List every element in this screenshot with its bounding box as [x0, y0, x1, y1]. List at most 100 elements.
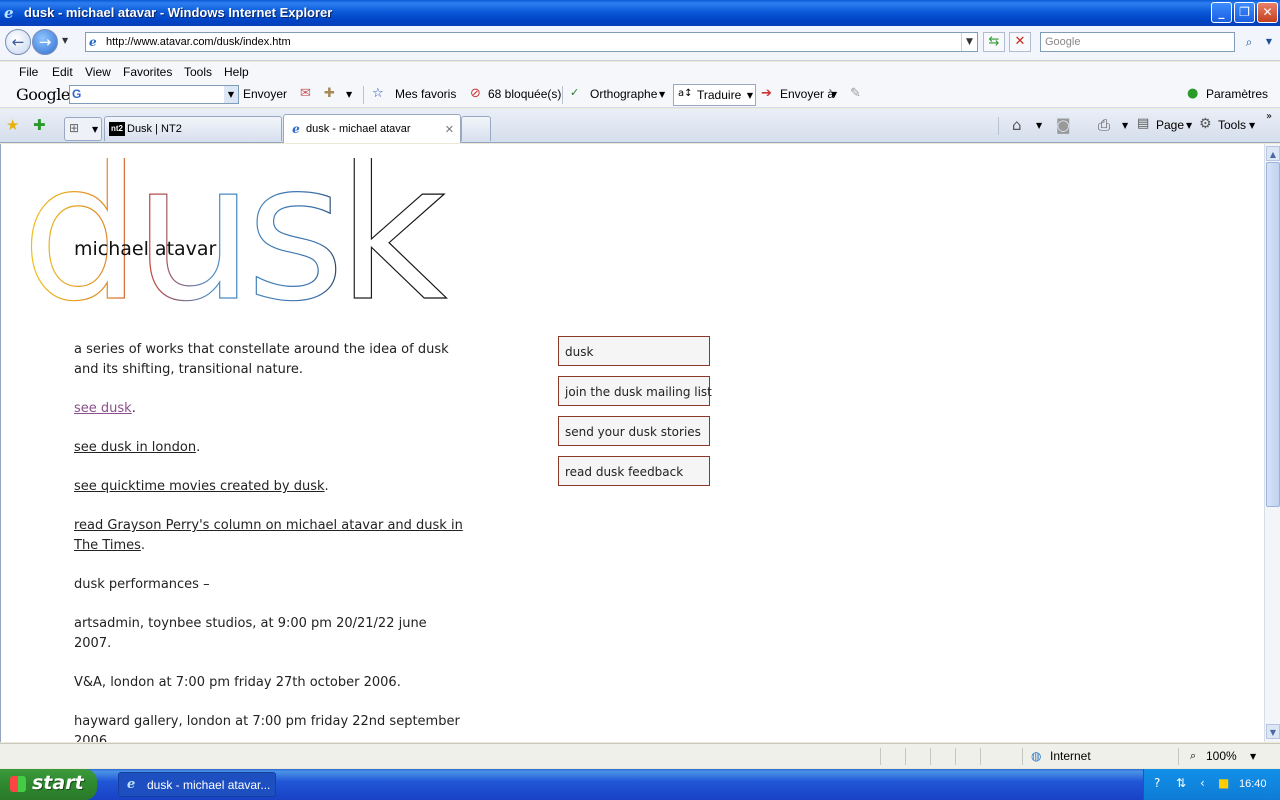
see-dusk-london-paragraph: see dusk in london.	[74, 440, 201, 455]
google-search-input[interactable]: G ▼	[69, 85, 239, 104]
back-arrow-icon: ←	[11, 33, 25, 51]
spellcheck-button[interactable]: Orthographe	[590, 87, 657, 101]
intro-text: a series of works that constellate aroun…	[74, 342, 449, 377]
network-icon[interactable]: ⇅	[1176, 776, 1186, 790]
quick-tabs-icon: ⊞	[69, 121, 80, 135]
language-icon[interactable]: ■	[1218, 776, 1229, 790]
tab-close-icon[interactable]: ✕	[445, 123, 454, 136]
my-favorites-button[interactable]: Mes favoris	[395, 87, 456, 101]
search-input[interactable]: Google	[1040, 32, 1235, 52]
favorites-center-icon[interactable]: ★	[6, 116, 19, 134]
menu-favorites[interactable]: Favorites	[123, 65, 172, 79]
search-options-dropdown-icon[interactable]: ▼	[1258, 32, 1280, 52]
menu-help[interactable]: Help	[224, 65, 249, 79]
taskbar: start e dusk - michael atavar... ? ⇅ ‹ ■…	[0, 769, 1280, 800]
scroll-thumb[interactable]	[1266, 162, 1280, 507]
quick-tabs-button[interactable]: ⊞ ▼	[64, 117, 102, 141]
home-icon[interactable]: ⌂	[1012, 116, 1022, 134]
toolbar-separator	[998, 117, 999, 135]
tab-dusk-michael-atavar[interactable]: e dusk - michael atavar ✕	[283, 114, 461, 143]
refresh-button[interactable]: ⇆	[983, 32, 1005, 52]
send-to-dropdown-icon[interactable]: ▼	[831, 90, 837, 99]
address-bar[interactable]: e http://www.atavar.com/dusk/index.htm ▼	[85, 32, 978, 52]
see-dusk-paragraph: see dusk.	[74, 401, 136, 416]
dusk-button[interactable]: dusk	[558, 336, 710, 366]
address-url[interactable]: http://www.atavar.com/dusk/index.htm	[106, 36, 291, 48]
chevron-right-icon[interactable]: »	[1266, 111, 1272, 122]
see-dusk-link[interactable]: see dusk	[74, 401, 132, 416]
address-dropdown-icon[interactable]: ▼	[961, 33, 977, 51]
vertical-scrollbar[interactable]: ▲ ▼	[1264, 144, 1280, 742]
page-icon: e	[89, 35, 97, 49]
feeds-icon[interactable]: ◙	[1056, 116, 1071, 134]
minimize-button[interactable]: _	[1211, 2, 1232, 23]
toolbar-separator	[562, 86, 563, 104]
zoom-level[interactable]: 100%	[1206, 749, 1237, 763]
performance-item: artsadmin, toynbee studios, at 9:00 pm 2…	[74, 616, 427, 651]
menu-file[interactable]: File	[19, 65, 38, 79]
tab-list-dropdown-icon[interactable]: ▼	[92, 125, 98, 134]
new-tab-button[interactable]	[461, 116, 491, 141]
read-feedback-button[interactable]: read dusk feedback	[558, 456, 710, 486]
page-menu-button[interactable]: Page	[1156, 118, 1184, 132]
system-tray: ? ⇅ ‹ ■ 16:40	[1143, 769, 1280, 800]
tools-menu-dropdown-icon[interactable]: ▼	[1249, 121, 1255, 130]
search-button[interactable]: ⌕	[1238, 32, 1260, 52]
title-bar[interactable]: e dusk - michael atavar - Windows Intern…	[0, 0, 1280, 26]
add-favorites-icon[interactable]: ✚	[33, 116, 46, 134]
popup-blocker-icon: ⊘	[470, 86, 481, 101]
settings-status-icon: ●	[1187, 86, 1199, 101]
taskbar-item-label: dusk - michael atavar...	[147, 778, 271, 792]
forward-button[interactable]: →	[32, 29, 58, 55]
print-dropdown-icon[interactable]: ▼	[1122, 121, 1128, 130]
translate-label: Traduire	[697, 88, 742, 102]
grayson-perry-link[interactable]: read Grayson Perry's column on michael a…	[74, 518, 463, 553]
stop-button[interactable]: ✕	[1009, 32, 1031, 52]
quicktime-movies-link[interactable]: see quicktime movies created by dusk	[74, 479, 325, 494]
history-dropdown-icon[interactable]: ▼	[62, 36, 68, 45]
start-label: start	[32, 772, 84, 794]
grayson-perry-paragraph: read Grayson Perry's column on michael a…	[74, 518, 463, 553]
google-send-button[interactable]: Envoyer	[243, 87, 287, 101]
translate-dropdown-icon[interactable]: ▼	[747, 91, 753, 100]
maximize-button[interactable]: ❐	[1234, 2, 1255, 23]
dusk-logo: dusk	[21, 158, 451, 308]
send-stories-button[interactable]: send your dusk stories	[558, 416, 710, 446]
print-icon[interactable]: ⎙	[1098, 116, 1110, 134]
menu-view[interactable]: View	[85, 65, 111, 79]
page-menu-dropdown-icon[interactable]: ▼	[1186, 121, 1192, 130]
zoom-dropdown-icon[interactable]: ▼	[1250, 752, 1256, 761]
mailing-list-button[interactable]: join the dusk mailing list	[558, 376, 712, 406]
menu-edit[interactable]: Edit	[52, 65, 73, 79]
tab-bar: ★ ✚ ⊞ ▼ nt2 Dusk | NT2 e dusk - michael …	[0, 109, 1280, 143]
tab-label: Dusk | NT2	[127, 123, 182, 135]
tab-dusk-nt2[interactable]: nt2 Dusk | NT2	[104, 116, 282, 141]
google-search-dropdown-icon[interactable]: ▼	[224, 86, 238, 103]
see-dusk-london-link[interactable]: see dusk in london	[74, 440, 196, 455]
spellcheck-dropdown-icon[interactable]: ▼	[659, 90, 665, 99]
status-separator	[930, 748, 931, 765]
scroll-down-icon[interactable]: ▼	[1266, 724, 1280, 739]
popup-blocked-button[interactable]: 68 bloquée(s)	[488, 87, 561, 101]
menu-tools[interactable]: Tools	[184, 65, 212, 79]
dusk-logo-word: dusk	[21, 158, 447, 308]
start-button[interactable]: start	[0, 769, 97, 800]
taskbar-item-ie[interactable]: e dusk - michael atavar...	[118, 772, 276, 797]
chevron-left-icon[interactable]: ‹	[1200, 776, 1205, 790]
settings-button[interactable]: Paramètres	[1206, 87, 1268, 101]
home-dropdown-icon[interactable]: ▼	[1036, 121, 1042, 130]
bookmark-icon[interactable]: ✉	[300, 86, 311, 101]
back-button[interactable]: ←	[5, 29, 31, 55]
page-content: dusk michael atavar a series of works th…	[0, 144, 1265, 742]
send-to-button[interactable]: Envoyer à	[780, 87, 834, 101]
puzzle-icon[interactable]: ✚	[324, 86, 335, 101]
highlighter-icon[interactable]: ✎	[850, 86, 861, 101]
puzzle-dropdown-icon[interactable]: ▼	[346, 90, 352, 99]
performance-item: V&A, london at 7:00 pm friday 27th octob…	[74, 675, 401, 690]
translate-button[interactable]: a↕ Traduire ▼	[673, 84, 756, 106]
close-button[interactable]: ✕	[1257, 2, 1278, 23]
tools-menu-button[interactable]: Tools	[1218, 118, 1246, 132]
window-title: dusk - michael atavar - Windows Internet…	[24, 5, 333, 20]
scroll-up-icon[interactable]: ▲	[1266, 146, 1280, 161]
help-icon[interactable]: ?	[1154, 776, 1160, 790]
